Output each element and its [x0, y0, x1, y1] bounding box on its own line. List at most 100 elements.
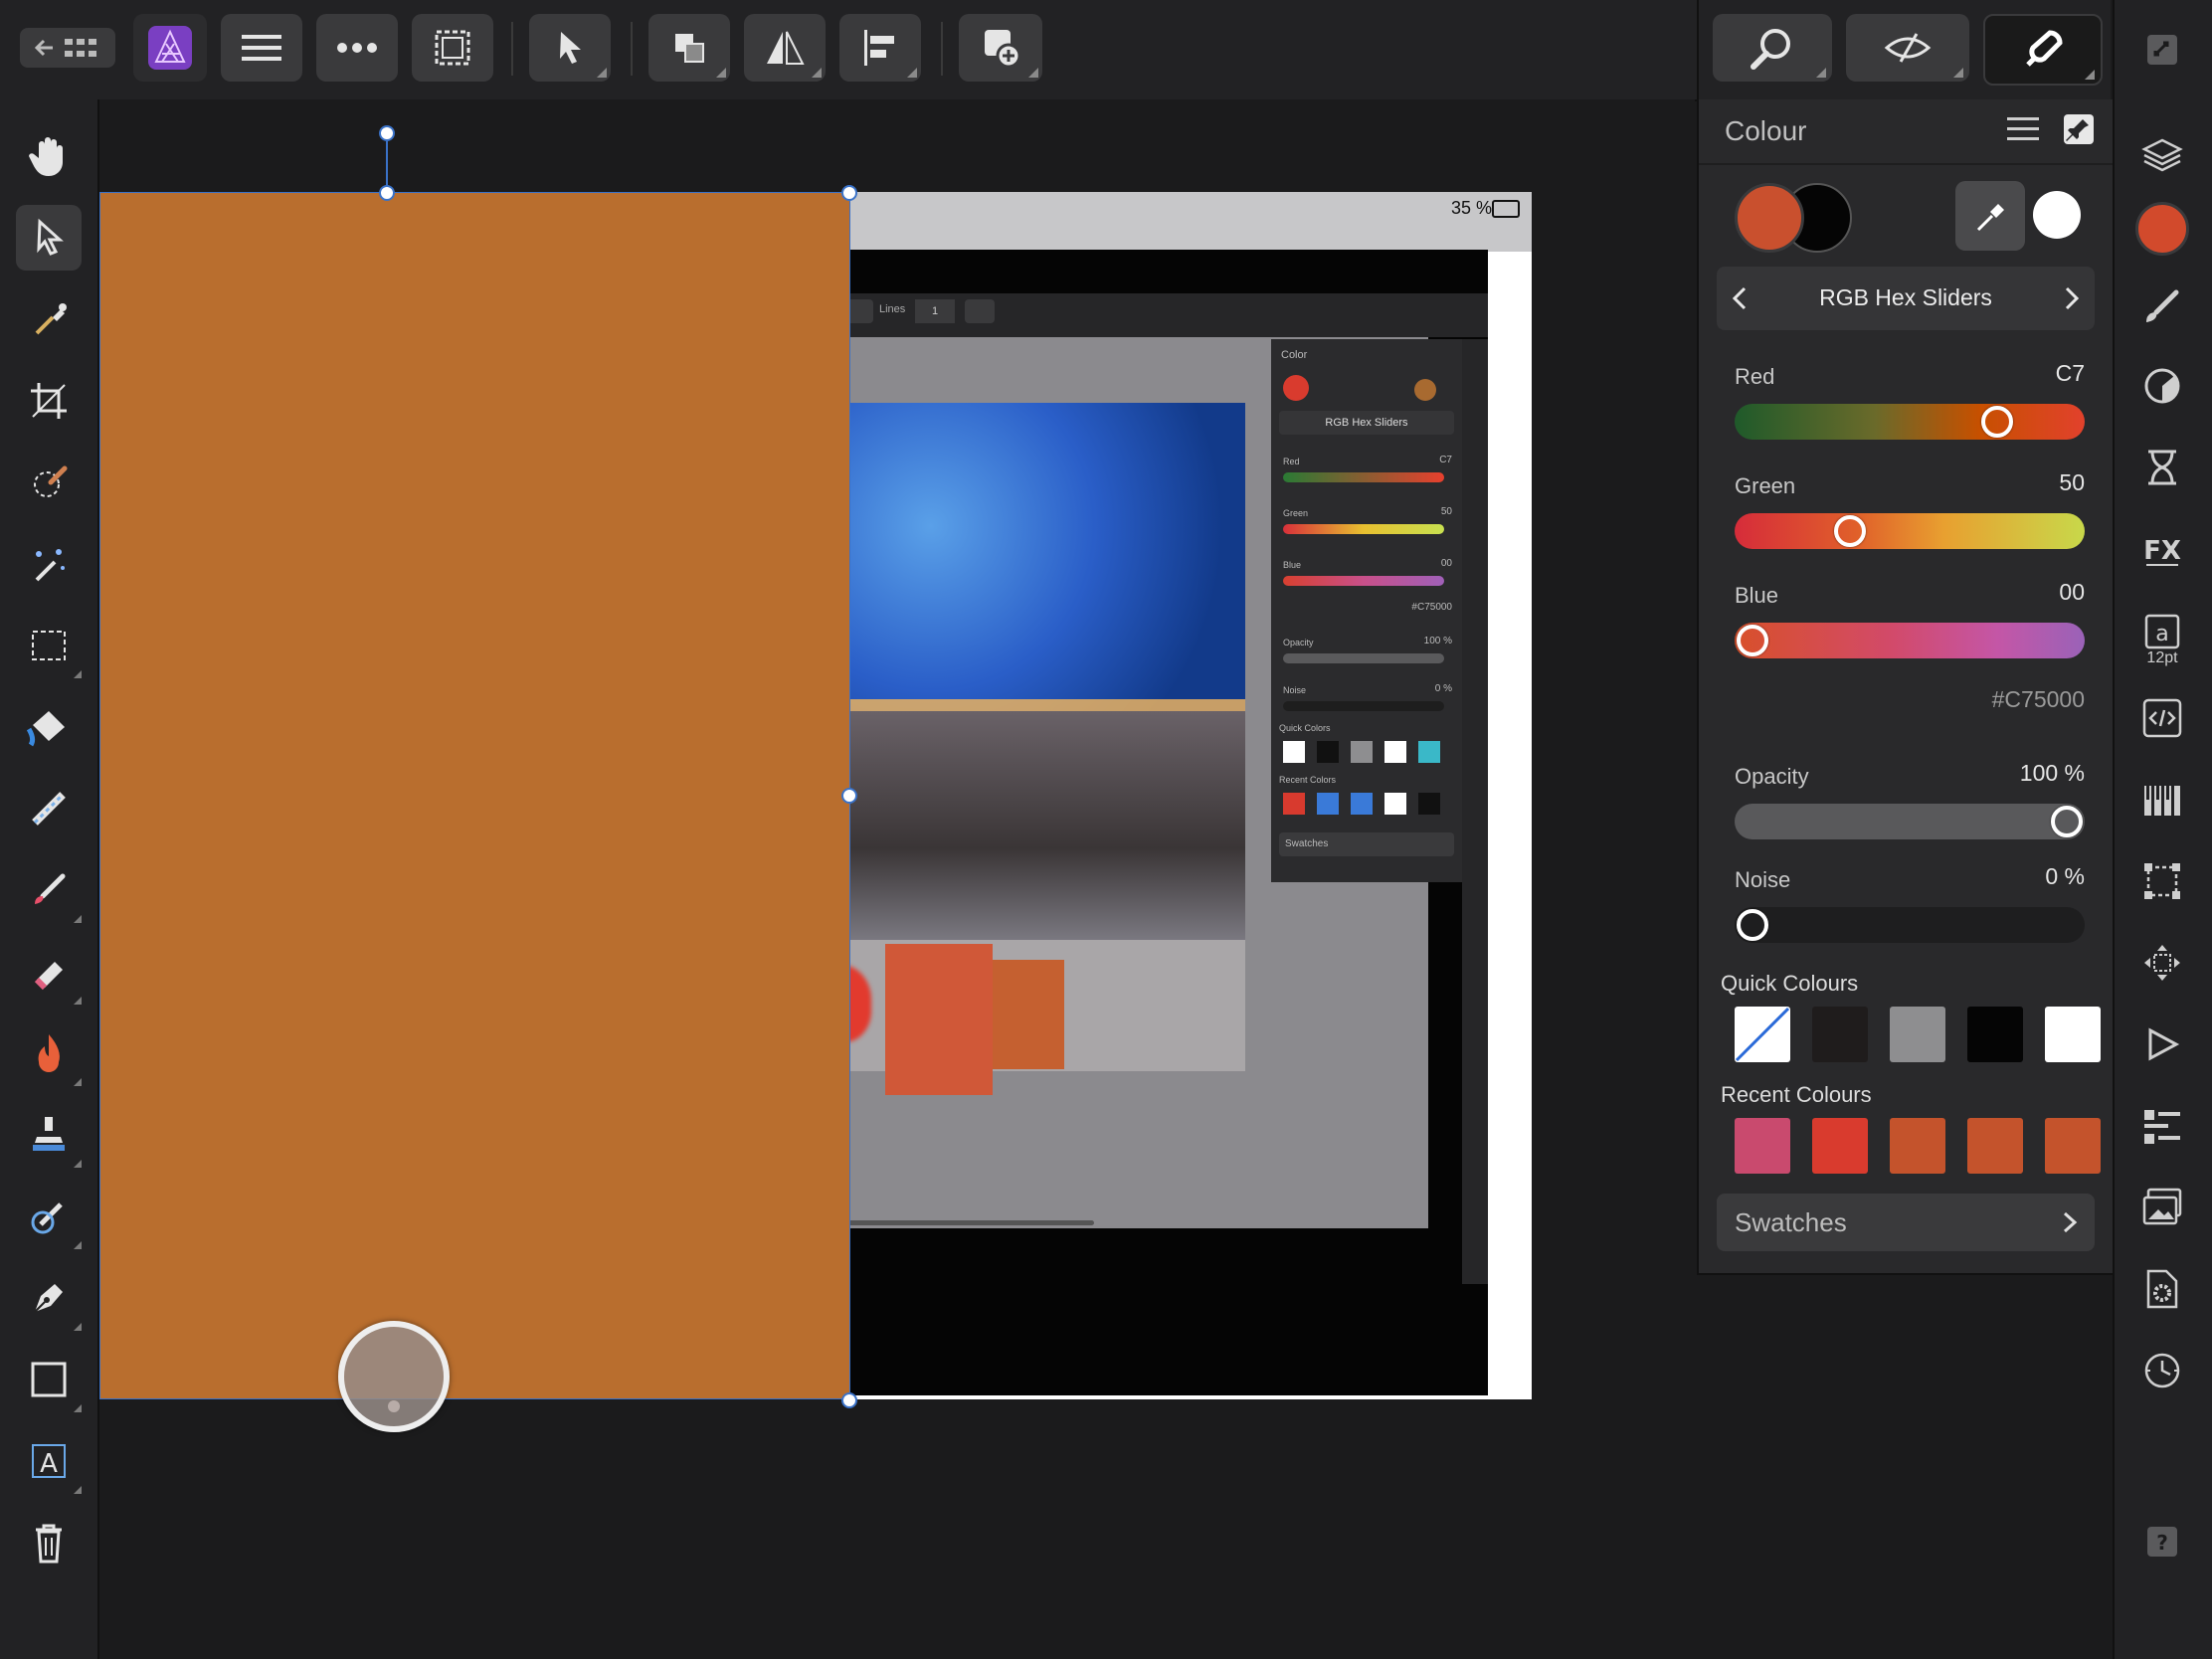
text-tool-icon[interactable]: A	[16, 1428, 82, 1494]
noise-value[interactable]: 0 %	[2045, 863, 2085, 890]
recent-colour-swatch[interactable]	[1967, 1118, 2023, 1174]
more-options-button[interactable]	[316, 14, 398, 82]
layers-studio-icon[interactable]	[2130, 123, 2194, 187]
paint-brush-tool-icon[interactable]	[16, 857, 82, 923]
green-value[interactable]: 50	[2059, 469, 2085, 496]
snapshots-icon[interactable]	[2130, 1339, 2194, 1402]
move-tool-icon[interactable]	[16, 205, 82, 271]
recent-colour-swatch[interactable]	[1735, 1118, 1790, 1174]
selection-brush-tool-icon[interactable]	[16, 450, 82, 515]
quick-colour-swatch[interactable]	[1812, 1007, 1868, 1062]
top-toolbar	[0, 0, 1697, 101]
source-code-icon[interactable]	[2130, 686, 2194, 750]
crop-tool-icon[interactable]	[16, 368, 82, 434]
transform-icon[interactable]	[2130, 849, 2194, 913]
stock-images-icon[interactable]	[2130, 1176, 2194, 1239]
macro-play-icon[interactable]	[2130, 1013, 2194, 1076]
red-slider-knob[interactable]	[1981, 406, 2014, 438]
colour-studio-icon[interactable]	[2130, 197, 2194, 261]
noise-slider[interactable]	[1735, 907, 2085, 943]
selection-handle-bottom-right[interactable]	[841, 1392, 857, 1408]
next-mode-icon[interactable]	[2061, 284, 2081, 317]
selection-handle-top-middle[interactable]	[379, 185, 395, 201]
channels-icon[interactable]	[2130, 768, 2194, 831]
photo-persona-button[interactable]	[133, 14, 207, 82]
color-picker-tool-icon[interactable]	[16, 286, 82, 352]
text-styles-icon[interactable]: a 12pt	[2130, 601, 2194, 680]
svg-text:FX: FX	[2143, 536, 2181, 566]
colour-mode-selector[interactable]: RGB Hex Sliders	[1717, 267, 2095, 330]
erase-brush-tool-icon[interactable]	[16, 939, 82, 1005]
library-icon[interactable]	[2130, 1094, 2194, 1158]
embedded-green-label: Green	[1283, 508, 1309, 518]
selection-toggle-button[interactable]	[412, 14, 493, 82]
selection-handle-middle-right[interactable]	[841, 788, 857, 804]
noise-slider-knob[interactable]	[1737, 909, 1768, 941]
toolbar-separator	[631, 22, 633, 76]
recent-colour-swatch[interactable]	[1812, 1118, 1868, 1174]
snapping-button[interactable]	[1983, 14, 2103, 86]
healing-brush-tool-icon[interactable]	[16, 1184, 82, 1249]
primary-colour-well[interactable]	[1735, 183, 1804, 253]
picked-colour-swatch[interactable]	[2033, 191, 2081, 239]
quick-colour-swatch[interactable]	[1967, 1007, 2023, 1062]
zoom-studio-button[interactable]	[1713, 14, 1832, 82]
quick-colour-swatch[interactable]	[1890, 1007, 1945, 1062]
blue-slider-knob[interactable]	[1737, 625, 1768, 656]
embedded-lock-icon	[965, 299, 995, 323]
adjustments-studio-icon[interactable]	[2130, 354, 2194, 418]
history-hourglass-icon[interactable]	[2130, 436, 2194, 499]
arrange-button[interactable]	[648, 14, 730, 82]
blue-value[interactable]: 00	[2059, 579, 2085, 606]
embedded-opacity-slider	[1283, 653, 1444, 663]
view-mode-button[interactable]	[1846, 14, 1969, 82]
quick-colour-swatch[interactable]	[1735, 1007, 1790, 1062]
move-tool-options-button[interactable]	[529, 14, 611, 82]
blue-slider[interactable]	[1735, 623, 2085, 658]
document-menu-button[interactable]	[221, 14, 302, 82]
green-slider[interactable]	[1735, 513, 2085, 549]
toggle-ui-icon[interactable]	[2130, 18, 2194, 82]
align-button[interactable]	[839, 14, 921, 82]
embedded-red-value: C7	[1439, 455, 1452, 465]
clone-brush-tool-icon[interactable]	[16, 1102, 82, 1168]
opacity-slider-knob[interactable]	[2051, 806, 2083, 837]
colour-picker-button[interactable]	[1955, 181, 2025, 251]
flood-fill-tool-icon[interactable]	[16, 694, 82, 760]
marquee-tool-icon[interactable]	[16, 613, 82, 678]
rectangle-tool-icon[interactable]	[16, 1347, 82, 1412]
back-to-gallery-button[interactable]	[20, 28, 115, 68]
navigator-icon[interactable]	[2130, 931, 2194, 995]
recent-colour-swatch[interactable]	[2045, 1118, 2101, 1174]
swatches-button[interactable]: Swatches	[1717, 1194, 2095, 1251]
recent-colour-swatch[interactable]	[1890, 1118, 1945, 1174]
hex-value[interactable]: #C75000	[1992, 686, 2085, 713]
hand-tool-icon[interactable]	[16, 123, 82, 189]
orange-rectangle-layer[interactable]	[99, 192, 850, 1399]
green-slider-knob[interactable]	[1833, 515, 1866, 547]
selection-handle-top-right[interactable]	[841, 185, 857, 201]
effects-fx-icon[interactable]: FX	[2130, 517, 2194, 581]
embedded-recent-swatch	[1317, 793, 1339, 815]
document-settings-icon[interactable]	[2130, 1257, 2194, 1321]
pen-tool-icon[interactable]	[16, 1265, 82, 1331]
rotation-handle[interactable]	[379, 125, 395, 141]
brushes-studio-icon[interactable]	[2130, 275, 2194, 338]
help-icon[interactable]: ?	[2130, 1510, 2194, 1573]
pin-panel-icon[interactable]	[2063, 113, 2095, 150]
embedded-quick-swatch	[1283, 741, 1305, 763]
insert-button[interactable]	[959, 14, 1042, 82]
quick-colour-swatch[interactable]	[2045, 1007, 2101, 1062]
magic-wand-tool-icon[interactable]	[16, 531, 82, 597]
red-value[interactable]: C7	[2056, 360, 2085, 387]
burn-brush-tool-icon[interactable]	[16, 1020, 82, 1086]
opacity-value[interactable]: 100 %	[2020, 760, 2085, 787]
delete-icon[interactable]	[16, 1510, 82, 1575]
embedded-red-slider	[1283, 472, 1444, 482]
panel-menu-icon[interactable]	[2007, 115, 2039, 148]
flip-button[interactable]	[744, 14, 826, 82]
red-slider[interactable]	[1735, 404, 2085, 440]
svg-text:?: ?	[2156, 1531, 2168, 1555]
opacity-slider[interactable]	[1735, 804, 2085, 839]
gradient-tool-icon[interactable]	[16, 776, 82, 841]
